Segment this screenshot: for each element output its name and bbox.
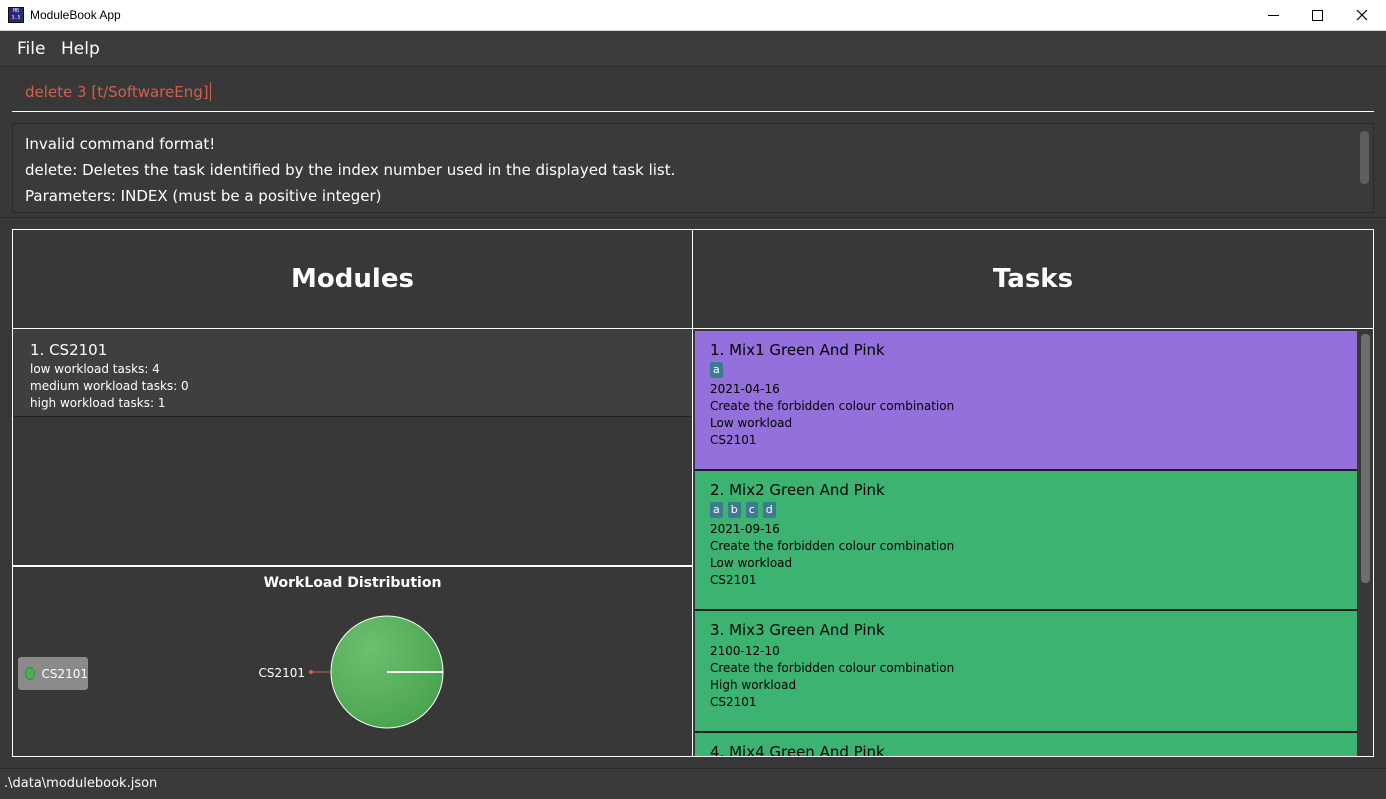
menu-bar: File Help [0, 31, 1386, 67]
task-deadline: 2021-04-16 [710, 382, 780, 396]
command-box: delete 3 [t/SoftwareEng] [0, 67, 1386, 119]
task-card[interactable]: 2. Mix2 Green And Pink a b c d 2021-09-1… [695, 471, 1357, 611]
data-file-path: .\data\modulebook.json [4, 776, 158, 791]
task-title: 2. Mix2 Green And Pink [710, 481, 885, 499]
task-description: Create the forbidden colour combination [710, 661, 955, 675]
task-tag: a [710, 362, 723, 378]
task-workload: Low workload [710, 556, 793, 570]
app-logo-icon: MB 3.5 [8, 7, 24, 23]
window-title: ModuleBook App [30, 8, 121, 22]
minimize-button[interactable] [1250, 0, 1296, 30]
menu-help[interactable]: Help [61, 39, 100, 59]
result-line: Invalid command format! [25, 135, 216, 153]
maximize-icon [1311, 9, 1323, 21]
pie-chart: CS2101 [258, 615, 444, 729]
result-line: delete: Deletes the task identified by t… [25, 161, 676, 179]
task-description: Create the forbidden colour combination [710, 539, 955, 553]
close-button[interactable] [1339, 0, 1385, 30]
task-deadline: 2021-09-16 [710, 522, 780, 536]
command-input[interactable]: delete 3 [t/SoftwareEng] [12, 76, 1374, 112]
task-title: 4. Mix4 Green And Pink [710, 743, 885, 756]
text-caret [209, 82, 211, 101]
modules-panel-title: Modules [12, 229, 693, 329]
module-list: 1. CS2101 low workload tasks: 4 medium w… [12, 329, 693, 565]
task-tags: a b c d [710, 502, 781, 518]
task-workload: Low workload [710, 416, 793, 430]
task-title: 1. Mix1 Green And Pink [710, 341, 885, 359]
task-module: CS2101 [710, 695, 757, 709]
pie-label-leader-dot [309, 670, 313, 674]
module-low-workload: low workload tasks: 4 [30, 362, 160, 376]
tasks-panel-title: Tasks [692, 229, 1374, 329]
title-bar: MB 3.5 ModuleBook App [0, 0, 1386, 31]
pie-slice-label: CS2101 [258, 666, 305, 680]
task-list: 1. Mix1 Green And Pink a 2021-04-16 Crea… [692, 329, 1374, 756]
result-scrollbar[interactable] [1360, 131, 1369, 184]
menu-file[interactable]: File [17, 39, 45, 59]
task-card[interactable]: 3. Mix3 Green And Pink 2100-12-10 Create… [695, 611, 1357, 733]
task-tag: b [727, 502, 741, 518]
task-tag: a [710, 502, 723, 518]
panel-bottom-border [12, 756, 1374, 757]
task-tags: a [710, 362, 728, 378]
task-tag: c [745, 502, 758, 518]
module-medium-workload: medium workload tasks: 0 [30, 379, 189, 393]
module-title: 1. CS2101 [30, 341, 108, 359]
task-card[interactable]: 4. Mix4 Green And Pink [695, 733, 1357, 756]
task-title: 3. Mix3 Green And Pink [710, 621, 885, 639]
module-card[interactable]: 1. CS2101 low workload tasks: 4 medium w… [14, 330, 691, 417]
task-deadline: 2100-12-10 [710, 644, 780, 658]
result-display[interactable]: Invalid command format! delete: Deletes … [12, 123, 1374, 213]
task-module: CS2101 [710, 573, 757, 587]
task-tag: d [762, 502, 776, 518]
module-high-workload: high workload tasks: 1 [30, 396, 166, 410]
result-line: Parameters: INDEX (must be a positive in… [25, 187, 382, 205]
task-list-scrollbar[interactable] [1358, 331, 1372, 756]
minimize-icon [1267, 14, 1279, 16]
task-module: CS2101 [710, 433, 757, 447]
status-bar: .\data\modulebook.json [0, 768, 1386, 799]
maximize-button[interactable] [1294, 0, 1340, 30]
task-card[interactable]: 1. Mix1 Green And Pink a 2021-04-16 Crea… [695, 331, 1357, 471]
task-description: Create the forbidden colour combination [710, 399, 955, 413]
scrollbar-thumb[interactable] [1361, 334, 1370, 583]
close-icon [1356, 9, 1368, 21]
task-workload: High workload [710, 678, 797, 692]
workload-chart: WorkLoad Distribution CS2101 CS2101 [12, 565, 693, 756]
divider [0, 217, 1386, 218]
command-text: delete 3 [t/SoftwareEng] [25, 83, 209, 101]
